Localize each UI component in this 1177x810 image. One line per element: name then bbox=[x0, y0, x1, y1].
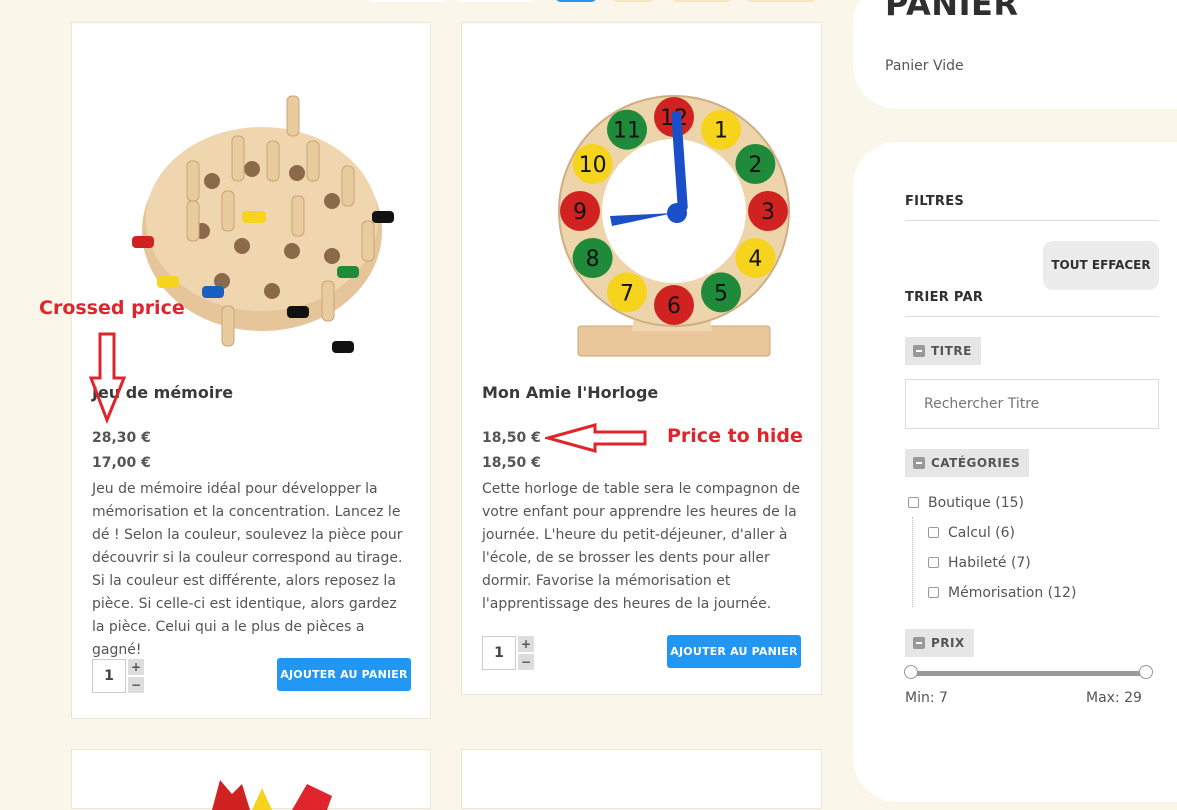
price-filter-toggle[interactable]: PRIX bbox=[905, 629, 974, 657]
price-slider-min-handle[interactable] bbox=[904, 665, 918, 679]
clock-number: 4 bbox=[748, 247, 762, 272]
categories-filter-label: CATÉGORIES bbox=[931, 456, 1021, 470]
category-checkbox-habilete[interactable] bbox=[928, 557, 939, 568]
annotation-left-arrow bbox=[545, 423, 647, 453]
clock-number: 5 bbox=[714, 281, 728, 306]
cart-panel: PANIER Panier Vide bbox=[853, 0, 1177, 109]
price-max-text: Max: 29 bbox=[1086, 690, 1142, 706]
category-label[interactable]: Calcul (6) bbox=[948, 525, 1015, 541]
clock-number: 11 bbox=[613, 119, 641, 144]
price-slider-track[interactable] bbox=[911, 671, 1147, 676]
collapse-icon bbox=[913, 345, 925, 357]
product-title[interactable]: Mon Amie l'Horloge bbox=[482, 383, 658, 402]
title-filter-label: TITRE bbox=[931, 344, 972, 358]
clock-number: 6 bbox=[667, 294, 681, 319]
price-slider-max-handle[interactable] bbox=[1139, 665, 1153, 679]
add-to-cart-button[interactable]: AJOUTER AU PANIER bbox=[277, 658, 411, 691]
product-price: 17,00 € bbox=[92, 455, 151, 471]
product-description: Jeu de mémoire idéal pour développer la … bbox=[92, 481, 403, 658]
divider bbox=[905, 220, 1159, 221]
quantity-input[interactable]: 1 bbox=[482, 636, 516, 670]
search-title-input[interactable] bbox=[905, 379, 1159, 429]
divider bbox=[905, 316, 1159, 317]
annotation-price-to-hide: Price to hide bbox=[667, 425, 803, 447]
category-checkbox-memorisation[interactable] bbox=[928, 587, 939, 598]
quantity-increase-button[interactable]: + bbox=[128, 659, 144, 675]
price-min-text: Min: 7 bbox=[905, 690, 948, 706]
clock-number: 9 bbox=[573, 200, 587, 225]
collapse-icon bbox=[913, 457, 925, 469]
category-label[interactable]: Boutique (15) bbox=[928, 495, 1024, 511]
filters-panel: FILTRES TOUT EFFACER TRIER PAR TITRE CAT… bbox=[853, 142, 1177, 802]
category-checkbox-boutique[interactable] bbox=[908, 497, 919, 508]
cart-title: PANIER bbox=[885, 0, 1019, 23]
clock-number: 3 bbox=[761, 200, 775, 225]
clock-number: 10 bbox=[579, 153, 607, 178]
clock-number: 7 bbox=[620, 281, 634, 306]
product-image-memory-game[interactable] bbox=[92, 41, 410, 381]
add-to-cart-button[interactable]: AJOUTER AU PANIER bbox=[667, 635, 801, 668]
quantity-input[interactable]: 1 bbox=[92, 659, 126, 693]
product-card: 121234567891011 Mon Amie l'Horloge 18,50… bbox=[461, 22, 822, 695]
product-image[interactable] bbox=[92, 766, 410, 810]
cart-empty-text: Panier Vide bbox=[885, 58, 964, 74]
clock-number: 8 bbox=[586, 247, 600, 272]
category-tree-line bbox=[912, 517, 914, 607]
top-button-stub[interactable] bbox=[555, 0, 597, 2]
product-description: Cette horloge de table sera le compagnon… bbox=[482, 481, 801, 612]
clock-number: 2 bbox=[748, 153, 762, 178]
top-button-stub bbox=[672, 0, 732, 2]
price-filter-label: PRIX bbox=[931, 636, 965, 650]
annotation-crossed-price: Crossed price bbox=[39, 297, 185, 319]
category-checkbox-calcul[interactable] bbox=[928, 527, 939, 538]
top-button-stub bbox=[368, 0, 448, 2]
product-image-clock[interactable]: 121234567891011 bbox=[482, 41, 800, 381]
product-card bbox=[71, 749, 431, 810]
product-card bbox=[461, 749, 822, 809]
quantity-decrease-button[interactable]: − bbox=[128, 677, 144, 693]
top-button-stub bbox=[746, 0, 816, 2]
quantity-decrease-button[interactable]: − bbox=[518, 654, 534, 670]
collapse-icon bbox=[913, 637, 925, 649]
top-button-stub bbox=[612, 0, 654, 2]
product-price: 18,50 € bbox=[482, 455, 541, 471]
annotation-down-arrow bbox=[88, 332, 127, 424]
title-filter-toggle[interactable]: TITRE bbox=[905, 337, 981, 365]
category-label[interactable]: Habileté (7) bbox=[948, 555, 1031, 571]
quantity-increase-button[interactable]: + bbox=[518, 636, 534, 652]
filters-title: FILTRES bbox=[905, 194, 965, 209]
top-button-stub bbox=[456, 0, 536, 2]
crossed-price: 28,30 € bbox=[92, 430, 151, 446]
clear-all-button[interactable]: TOUT EFFACER bbox=[1043, 241, 1159, 290]
category-label[interactable]: Mémorisation (12) bbox=[948, 585, 1076, 601]
price-to-hide: 18,50 € bbox=[482, 430, 541, 446]
sort-by-title: TRIER PAR bbox=[905, 290, 984, 305]
clock-number: 1 bbox=[714, 119, 728, 144]
categories-filter-toggle[interactable]: CATÉGORIES bbox=[905, 449, 1030, 477]
